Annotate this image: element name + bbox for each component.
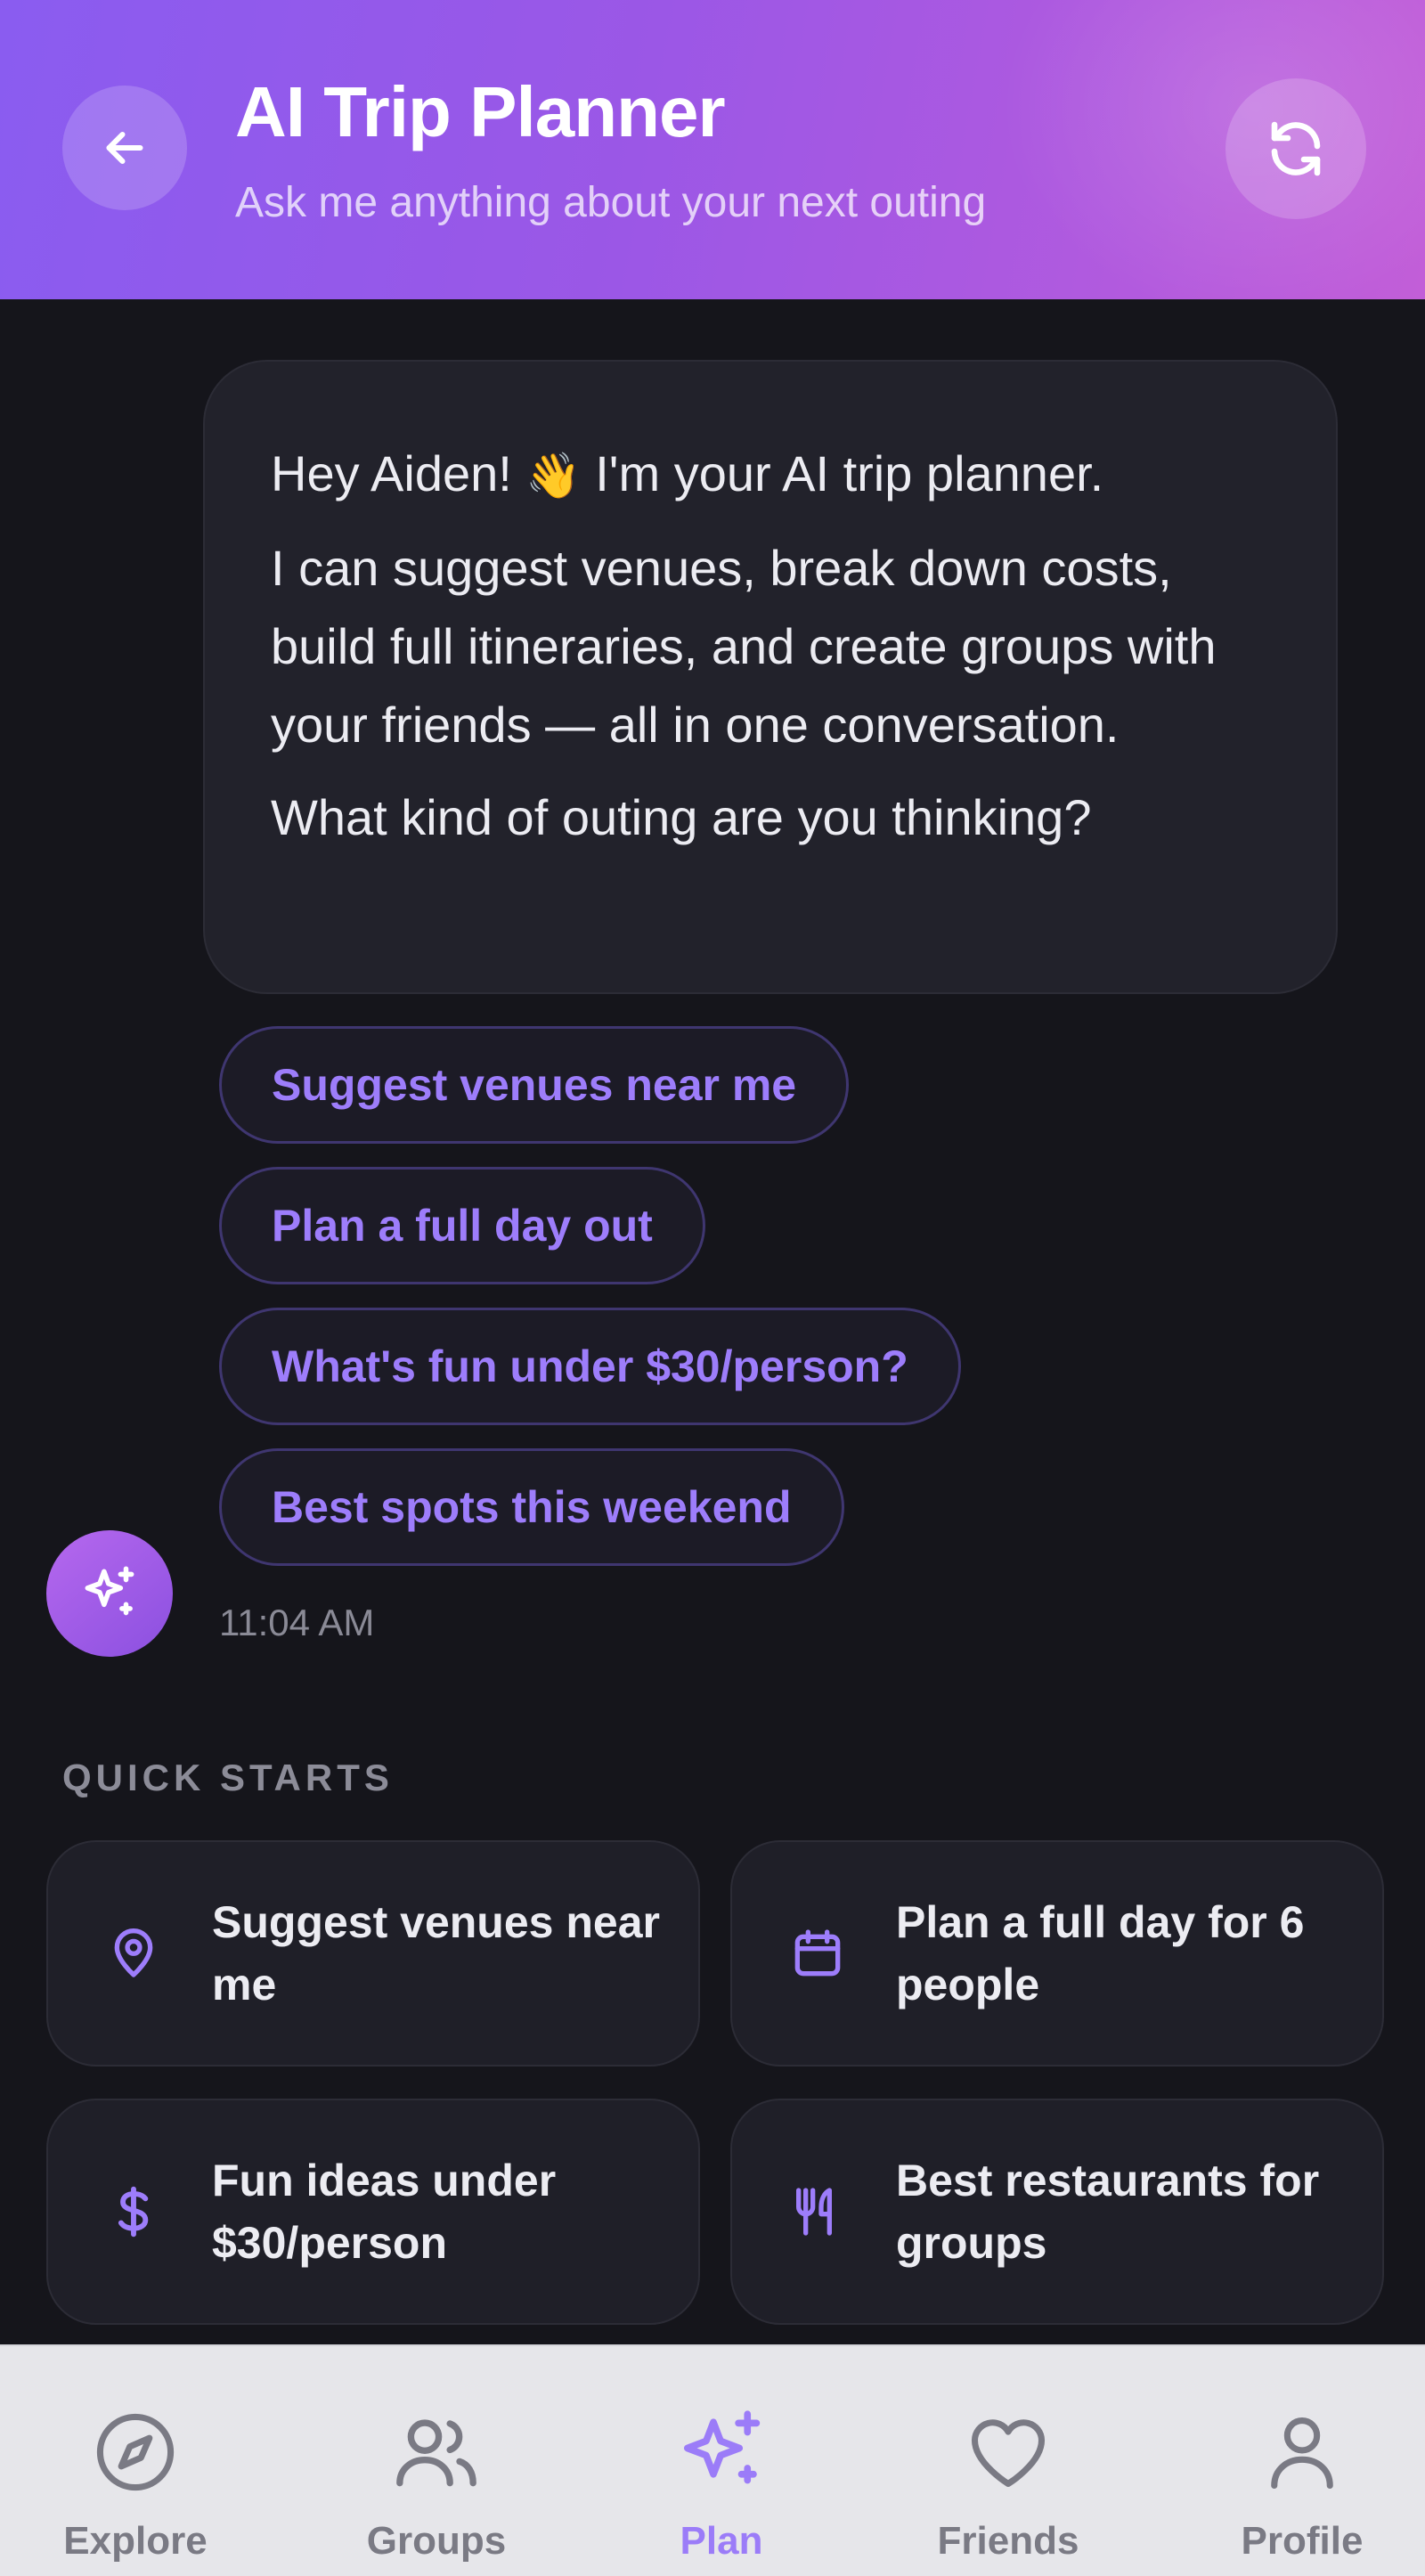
refresh-icon	[1271, 121, 1321, 176]
compass-icon	[86, 2403, 184, 2501]
user-icon	[1253, 2403, 1351, 2501]
utensils-icon	[786, 2180, 850, 2244]
message-question: What kind of outing are you thinking?	[271, 789, 1092, 845]
sparkles-icon	[672, 2403, 770, 2501]
quick-start-card[interactable]: Fun ideas under $30/person	[46, 2099, 700, 2325]
message-body: I can suggest venues, break down costs, …	[271, 540, 1217, 753]
nav-item-plan[interactable]: Plan	[606, 2346, 837, 2576]
heart-icon	[959, 2403, 1057, 2501]
ai-message-bubble: Hey Aiden! 👋 I'm your AI trip planner. I…	[203, 360, 1338, 994]
quick-start-card[interactable]: Suggest venues near me	[46, 1840, 700, 2067]
nav-item-profile[interactable]: Profile	[1186, 2346, 1418, 2576]
message-greeting: Hey Aiden! 👋 I'm your AI trip planner.	[271, 435, 1282, 515]
nav-label: Explore	[63, 2519, 208, 2563]
message-timestamp: 11:04 AM	[219, 1602, 375, 1643]
arrow-left-icon	[106, 132, 143, 164]
nav-item-friends[interactable]: Friends	[892, 2346, 1124, 2576]
quick-start-card[interactable]: Best restaurants for groups	[730, 2099, 1384, 2325]
quick-start-text: Fun ideas under $30/person	[212, 2156, 557, 2268]
suggestion-chip[interactable]: Plan a full day out	[219, 1167, 705, 1284]
nav-label: Profile	[1241, 2519, 1364, 2563]
bottom-navigation: Explore Groups Plan Friends Profile	[0, 2344, 1425, 2576]
quick-start-text: Best restaurants for groups	[896, 2156, 1320, 2268]
refresh-button[interactable]	[1226, 78, 1366, 219]
nav-label: Groups	[366, 2519, 507, 2563]
suggestion-chip[interactable]: What's fun under $30/person?	[219, 1308, 961, 1425]
page-subtitle: Ask me anything about your next outing	[235, 179, 987, 226]
quick-start-card[interactable]: Plan a full day for 6 people	[730, 1840, 1384, 2067]
sparkles-icon	[85, 1566, 134, 1616]
calendar-icon	[786, 1921, 850, 1985]
greeting-text: Hey Aiden!	[271, 445, 512, 501]
quick-starts-heading: QUICK STARTS	[62, 1757, 394, 1798]
nav-label: Plan	[680, 2519, 763, 2563]
dollar-icon	[102, 2180, 166, 2244]
nav-item-groups[interactable]: Groups	[321, 2346, 552, 2576]
back-button[interactable]	[62, 86, 187, 210]
quick-start-text: Suggest venues near me	[212, 1897, 660, 2009]
greeting-rest-text: I'm your AI trip planner.	[595, 445, 1104, 501]
app-header: AI Trip Planner Ask me anything about yo…	[0, 0, 1425, 299]
nav-item-explore[interactable]: Explore	[20, 2346, 251, 2576]
suggestion-chip[interactable]: Suggest venues near me	[219, 1026, 850, 1144]
map-pin-icon	[102, 1921, 166, 1985]
suggestion-chip[interactable]: Best spots this weekend	[219, 1448, 844, 1566]
wave-emoji: 👋	[525, 451, 582, 501]
nav-label: Friends	[937, 2519, 1079, 2563]
page-title: AI Trip Planner	[235, 72, 726, 151]
quick-start-text: Plan a full day for 6 people	[896, 1897, 1305, 2009]
ai-avatar	[46, 1530, 173, 1657]
users-icon	[387, 2403, 485, 2501]
